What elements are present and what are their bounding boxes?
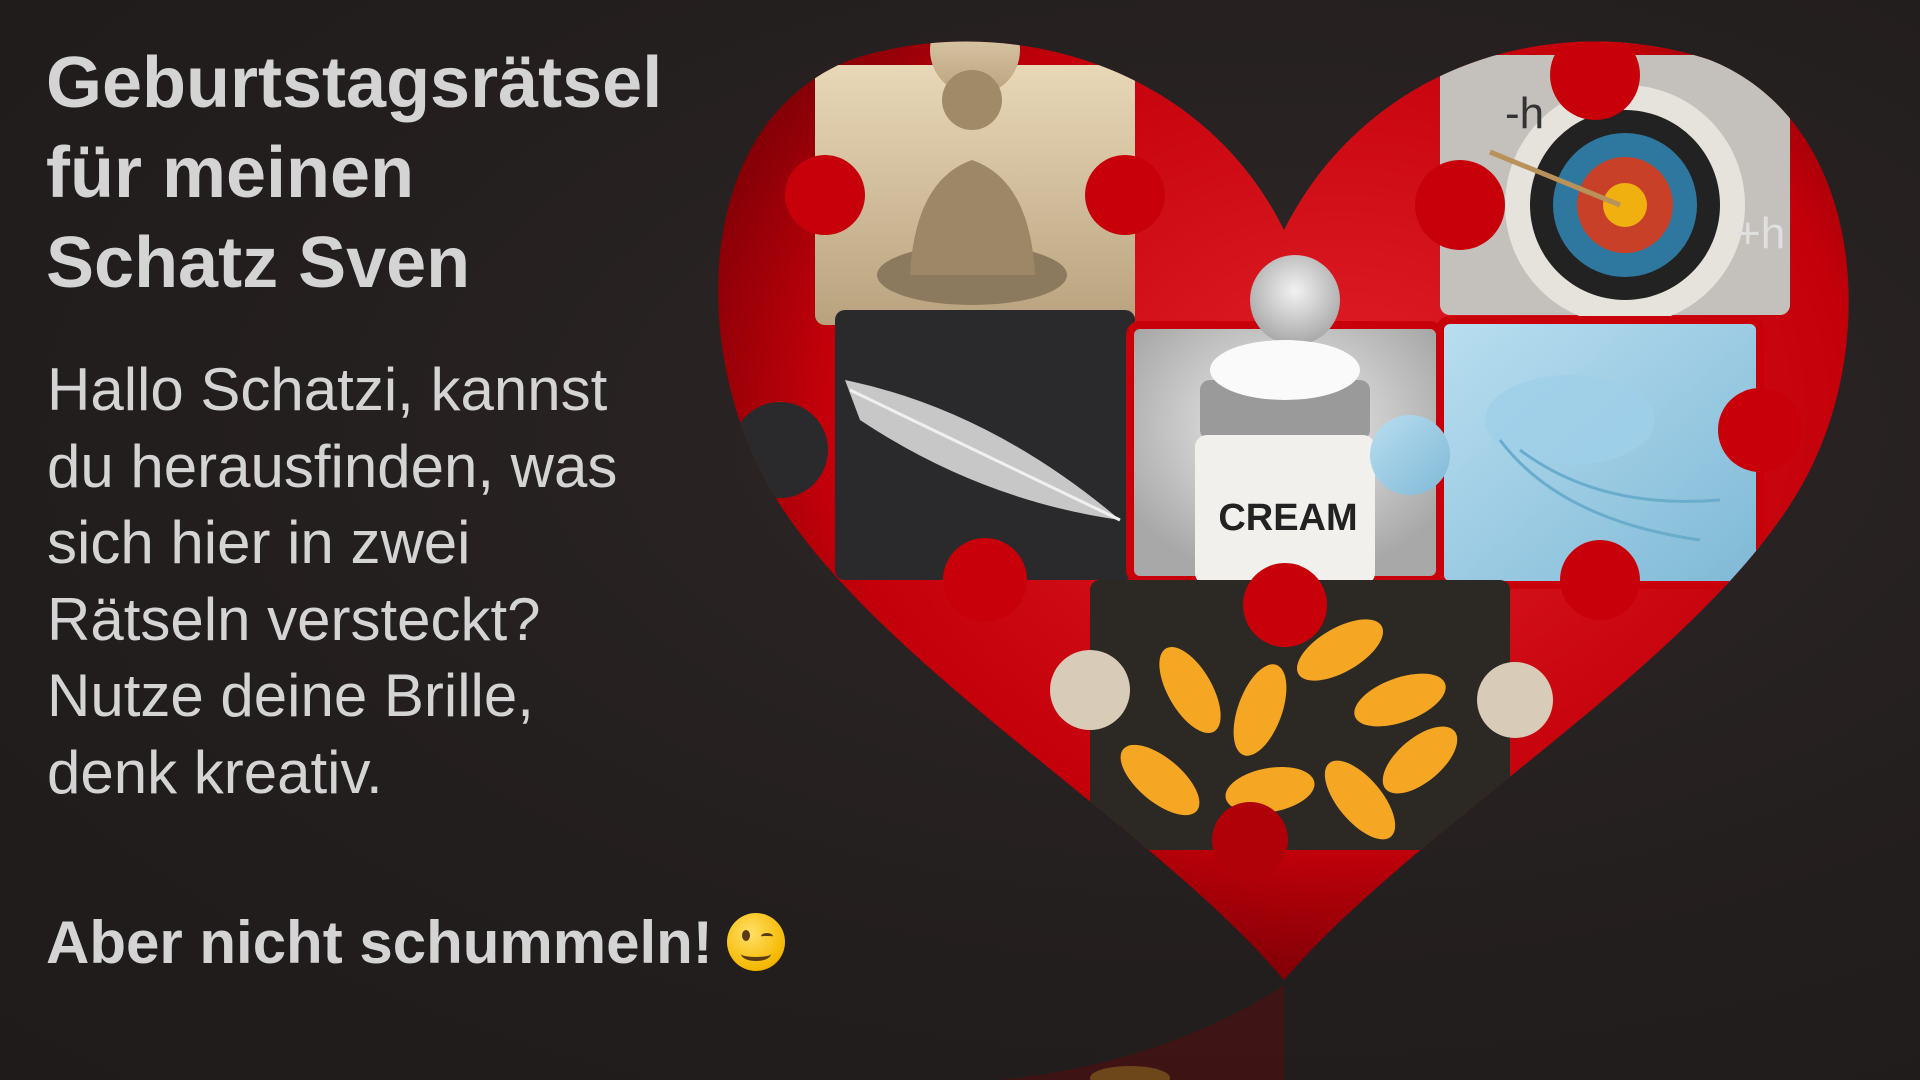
mandarin-puzzle-piece [1050, 563, 1553, 878]
archery-target-puzzle-piece: -h +h [1415, 41, 1790, 325]
cream-label: CREAM [1218, 497, 1357, 539]
puzzle-heart: CREAM -h +h [718, 41, 1849, 1080]
target-minus-label: -h [1505, 89, 1544, 138]
heart-reflection [1000, 985, 1284, 1080]
buddha-puzzle-piece [785, 41, 1165, 325]
target-plus-label: +h [1735, 209, 1785, 258]
